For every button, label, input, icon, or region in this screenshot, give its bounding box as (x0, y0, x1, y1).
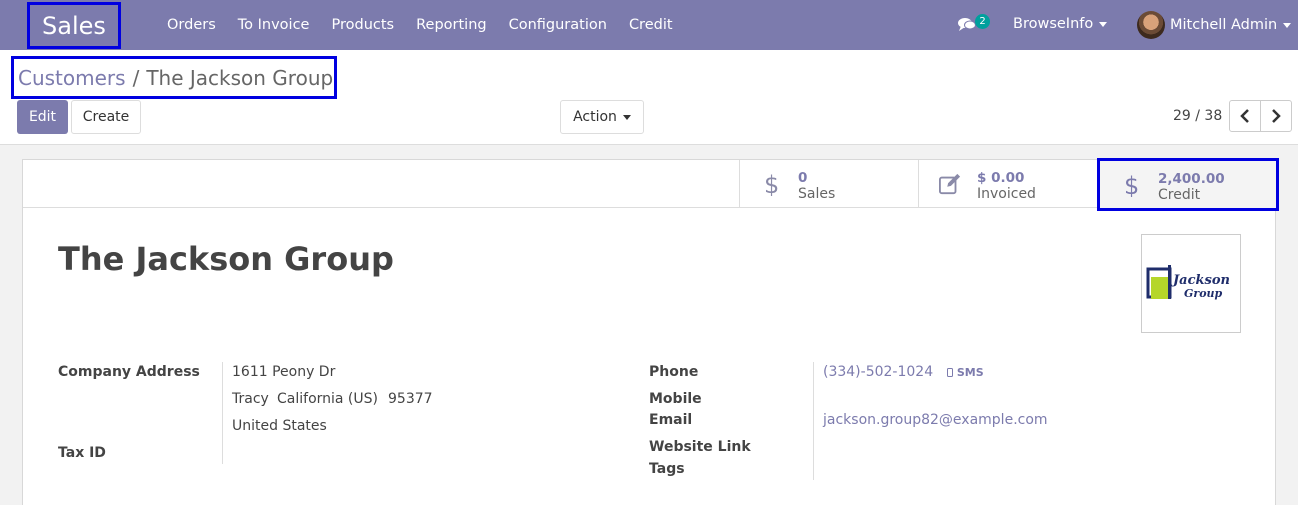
sms-button[interactable]: SMS (947, 366, 984, 379)
mobile-icon (947, 368, 953, 377)
app-brand[interactable]: Sales (27, 2, 121, 49)
chevron-right-icon (1272, 109, 1281, 123)
user-menu[interactable]: Mitchell Admin (1137, 11, 1292, 39)
top-navbar: Sales Orders To Invoice Products Reporti… (0, 0, 1298, 50)
credit-label: Credit (1158, 187, 1201, 203)
zip-field[interactable]: 95377 (388, 391, 433, 407)
field-separator (813, 362, 814, 480)
country-field[interactable]: United States (232, 418, 327, 434)
street-field[interactable]: 1611 Peony Dr (232, 364, 335, 380)
invoiced-amount: $ 0.00 (977, 170, 1025, 186)
chevron-left-icon (1240, 109, 1249, 123)
email-label: Email (649, 412, 693, 428)
menu-item-products[interactable]: Products (320, 17, 405, 33)
logo-line2: Group (1184, 287, 1223, 300)
menu-item-configuration[interactable]: Configuration (498, 17, 618, 33)
sales-count: 0 (798, 170, 808, 186)
sales-smart-button[interactable]: $ 0 Sales (739, 160, 918, 208)
tags-label: Tags (649, 461, 685, 477)
dollar-icon: $ (1124, 173, 1139, 197)
pencil-square-icon (939, 173, 961, 195)
credit-amount: 2,400.00 (1158, 171, 1225, 187)
credit-smart-button[interactable]: $ 2,400.00 Credit (1097, 158, 1279, 211)
logo-line1: Jackson (1170, 273, 1230, 288)
control-panel: Customers / The Jackson Group Edit Creat… (0, 50, 1298, 145)
mobile-label: Mobile (649, 391, 702, 407)
invoiced-label: Invoiced (977, 186, 1036, 202)
breadcrumb-current: The Jackson Group (146, 65, 334, 90)
create-button[interactable]: Create (71, 100, 141, 134)
partner-logo[interactable]: Jackson Group (1141, 234, 1241, 333)
pager-next-button[interactable] (1260, 100, 1292, 132)
main-menu: Orders To Invoice Products Reporting Con… (156, 0, 684, 50)
chevron-down-icon (1283, 22, 1292, 28)
field-separator (222, 362, 223, 464)
invoiced-smart-button[interactable]: $ 0.00 Invoiced (918, 160, 1097, 208)
action-dropdown[interactable]: Action (560, 100, 644, 134)
messages-count-badge: 2 (975, 14, 990, 29)
email-field[interactable]: jackson.group82@example.com (823, 412, 1048, 428)
pager-previous-button[interactable] (1229, 100, 1261, 132)
form-sheet: $ 0 Sales $ 0.00 Invoiced $ 2,400.00 Cre… (22, 158, 1279, 505)
sales-label: Sales (798, 186, 836, 202)
breadcrumb: Customers / The Jackson Group (11, 56, 337, 99)
phone-label: Phone (649, 364, 699, 380)
user-name: Mitchell Admin (1170, 17, 1278, 33)
action-label: Action (573, 109, 617, 125)
company-address-label: Company Address (58, 364, 200, 380)
partner-name[interactable]: The Jackson Group (58, 240, 394, 278)
menu-item-reporting[interactable]: Reporting (405, 17, 498, 33)
chevron-down-icon (622, 114, 631, 120)
menu-item-orders[interactable]: Orders (156, 17, 227, 33)
pager-value[interactable]: 29 / 38 (1173, 108, 1222, 124)
company-name: BrowseInfo (1013, 16, 1094, 32)
breadcrumb-customers-link[interactable]: Customers (18, 66, 126, 90)
jackson-group-logo: Jackson Group (1146, 265, 1230, 300)
city-field[interactable]: Tracy (232, 391, 269, 407)
svg-text:$: $ (1124, 173, 1139, 197)
avatar (1137, 11, 1165, 39)
tax-id-label: Tax ID (58, 445, 106, 461)
edit-button[interactable]: Edit (17, 100, 68, 134)
breadcrumb-separator: / (132, 65, 140, 90)
smart-button-box: $ 0 Sales $ 0.00 Invoiced $ 2,400.00 Cre… (23, 158, 1279, 211)
sms-label: SMS (956, 366, 984, 379)
svg-text:$: $ (764, 172, 779, 196)
dollar-icon: $ (764, 172, 779, 196)
website-link-label: Website Link (649, 439, 751, 455)
phone-field[interactable]: (334)-502-1024 (823, 364, 933, 380)
chevron-down-icon (1099, 21, 1108, 27)
chat-icon (958, 18, 976, 31)
company-switcher[interactable]: BrowseInfo (1013, 16, 1108, 32)
menu-item-credit[interactable]: Credit (618, 17, 684, 33)
menu-item-to-invoice[interactable]: To Invoice (227, 17, 321, 33)
messages-button[interactable]: 2 (958, 14, 994, 36)
state-field[interactable]: California (US) (277, 391, 378, 407)
